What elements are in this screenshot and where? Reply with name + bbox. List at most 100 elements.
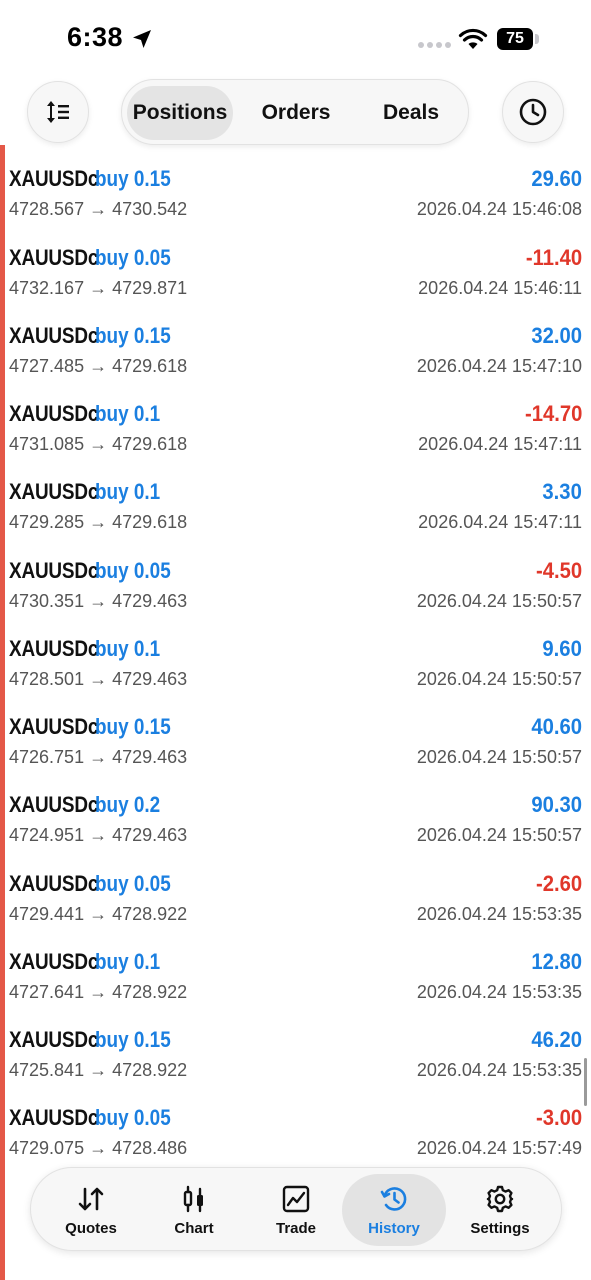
deal-row-header: XAUUSDc buy 0.15 46.20	[9, 1027, 582, 1059]
deal-side-volume: buy 0.15	[95, 1027, 171, 1052]
deal-row[interactable]: XAUUSDc buy 0.15 32.00 4727.485 → 4729.618 2…	[0, 309, 591, 387]
deal-row-details: 4729.441 → 4728.922 2026.04.24 15:53:35	[9, 904, 582, 928]
quotes-arrows-icon	[78, 1187, 104, 1210]
status-time: 6:38	[67, 22, 124, 52]
segment-positions[interactable]: Positions	[127, 86, 233, 140]
deal-symbol: XAUUSDc	[9, 635, 99, 661]
battery-tip	[535, 34, 539, 44]
deal-row-header: XAUUSDc buy 0.05 -3.00	[9, 1105, 582, 1137]
deal-symbol: XAUUSDc	[9, 557, 99, 583]
deal-symbol: XAUUSDc	[9, 401, 99, 426]
tab-chart[interactable]: Chart	[142, 1174, 246, 1246]
deal-profit: 32.00	[531, 322, 582, 348]
tab-label: Trade	[275, 1219, 317, 1237]
deal-datetime: 2026.04.24 15:57:49	[416, 1138, 582, 1159]
deal-profit: 46.20	[531, 1027, 582, 1052]
deal-row[interactable]: XAUUSDc buy 0.1 12.80 4727.641 → 4728.922 20…	[0, 935, 591, 1013]
location-arrow-icon	[133, 30, 151, 48]
deal-row-header: XAUUSDc buy 0.05 -11.40	[9, 245, 582, 277]
deal-prices: 4728.567 → 4730.542	[9, 199, 188, 220]
tab-history[interactable]: History	[342, 1174, 446, 1246]
deal-prices: 4729.285 → 4729.618	[9, 512, 188, 533]
tab-label: Chart	[174, 1219, 214, 1237]
deals-list-viewport[interactable]: XAUUSDcbuy 0.154729.944 → 4731.7082026.0…	[0, 145, 591, 1170]
deal-symbol: XAUUSDc	[9, 479, 99, 505]
segment-orders[interactable]: Orders	[242, 86, 350, 140]
deal-profit: 90.30	[531, 792, 582, 818]
deal-datetime: 2026.04.24 15:47:10	[416, 355, 582, 376]
deal-row-header: XAUUSDc buy 0.15 29.60	[9, 166, 582, 198]
tab-trade[interactable]: Trade	[244, 1174, 348, 1246]
signal-icon	[418, 42, 451, 48]
deal-prices: 4724.951 → 4729.463	[9, 825, 188, 846]
period-button[interactable]	[502, 81, 564, 143]
deal-side-volume: buy 0.15	[95, 714, 171, 739]
deal-profit: 29.60	[531, 166, 582, 192]
tab-bar: Quotes Chart Trade History Settings	[30, 1167, 562, 1251]
deal-symbol: XAUUSDc	[9, 948, 99, 974]
deal-row-details: 4732.167 → 4729.871 2026.04.24 15:46:11	[9, 278, 582, 302]
deal-row-header: XAUUSDc buy 0.1 9.60	[9, 636, 582, 668]
deal-side-volume: buy 0.05	[95, 244, 171, 270]
history-clock-icon	[380, 1186, 407, 1211]
deal-row[interactable]: XAUUSDc buy 0.1 3.30 4729.285 → 4729.618 202…	[0, 465, 591, 543]
tab-label: Quotes	[65, 1219, 117, 1237]
deal-row[interactable]: XAUUSDc buy 0.15 40.60 4726.751 → 4729.463 2…	[0, 700, 591, 778]
deal-row-header: XAUUSDc buy 0.05 -4.50	[9, 558, 582, 590]
deal-symbol: XAUUSDc	[9, 714, 99, 739]
sort-button[interactable]	[27, 81, 89, 143]
deal-row-details: 4728.567 → 4730.542 2026.04.24 15:46:08	[9, 199, 582, 223]
deal-datetime: 2026.04.24 15:46:11	[418, 277, 582, 298]
deal-row[interactable]: XAUUSDc buy 0.15 46.20 4725.841 → 4728.922 2…	[0, 1013, 591, 1091]
tab-quotes[interactable]: Quotes	[39, 1174, 143, 1246]
deal-row-header: XAUUSDc buy 0.1 3.30	[9, 479, 582, 511]
deal-profit: -14.70	[524, 401, 582, 426]
segment-deals[interactable]: Deals	[358, 86, 464, 140]
deal-row[interactable]: XAUUSDcbuy 0.154729.944 → 4731.7082026.0…	[0, 145, 591, 152]
deal-row[interactable]: XAUUSDc buy 0.05 -4.50 4730.351 → 4729.463 2…	[0, 544, 591, 622]
status-bar: 6:38 75	[0, 0, 591, 78]
deal-datetime: 2026.04.24 15:47:11	[418, 434, 582, 454]
deal-row[interactable]: XAUUSDc buy 0.2 90.30 4724.951 → 4729.463 20…	[0, 778, 591, 856]
deal-prices: 4731.085 → 4729.618	[9, 434, 188, 454]
deal-profit: 3.30	[542, 479, 582, 505]
deal-profit: 40.60	[531, 714, 582, 739]
deal-row-details: 4731.085 → 4729.618 2026.04.24 15:47:11	[9, 434, 582, 458]
candlestick-icon	[183, 1185, 203, 1212]
view-segmented-control: Positions Orders Deals	[121, 79, 469, 145]
deal-side-volume: buy 0.05	[95, 1105, 171, 1131]
deal-prices: 4725.841 → 4728.922	[9, 1060, 188, 1080]
deal-row[interactable]: XAUUSDc buy 0.05 -11.40 4732.167 → 4729.871…	[0, 231, 591, 309]
gear-icon	[486, 1185, 514, 1212]
deal-row-details: 4724.951 → 4729.463 2026.04.24 15:50:57	[9, 825, 582, 849]
deal-symbol: XAUUSDc	[9, 322, 99, 348]
deal-side-volume: buy 0.15	[95, 322, 171, 348]
deal-side-volume: buy 0.1	[95, 635, 161, 661]
deal-symbol: XAUUSDc	[9, 1027, 99, 1052]
deal-row[interactable]: XAUUSDc buy 0.15 29.60 4728.567 → 4730.542 2…	[0, 152, 591, 230]
deal-row-details: 4727.485 → 4729.618 2026.04.24 15:47:10	[9, 356, 582, 380]
deal-datetime: 2026.04.24 15:50:57	[416, 590, 582, 611]
deal-row[interactable]: XAUUSDc buy 0.1 9.60 4728.501 → 4729.463 202…	[0, 622, 591, 700]
deal-row-header: XAUUSDc buy 0.05 -2.60	[9, 871, 582, 903]
deal-profit: -11.40	[525, 244, 582, 270]
scroll-indicator[interactable]	[584, 1058, 587, 1106]
deal-row[interactable]: XAUUSDc buy 0.05 -2.60 4729.441 → 4728.922 2…	[0, 857, 591, 935]
deal-row-header: XAUUSDc buy 0.15 40.60	[9, 714, 582, 746]
deal-datetime: 2026.04.24 15:50:57	[416, 668, 582, 689]
trade-chart-icon	[282, 1185, 310, 1212]
deal-symbol: XAUUSDc	[9, 244, 99, 270]
deal-datetime: 2026.04.24 15:53:35	[416, 1060, 582, 1080]
deal-prices: 4732.167 → 4729.871	[9, 277, 188, 298]
deal-row-header: XAUUSDc buy 0.1 -14.70	[9, 401, 582, 433]
deal-row-details: 4728.501 → 4729.463 2026.04.24 15:50:57	[9, 669, 582, 693]
deal-row-details: 4725.841 → 4728.922 2026.04.24 15:53:35	[9, 1060, 582, 1084]
wifi-icon	[458, 28, 488, 49]
deal-prices: 4730.351 → 4729.463	[9, 590, 188, 611]
deal-symbol: XAUUSDc	[9, 166, 99, 192]
deal-row[interactable]: XAUUSDc buy 0.05 -3.00 4729.075 → 4728.486 2…	[0, 1091, 591, 1169]
deal-prices: 4727.485 → 4729.618	[9, 355, 188, 376]
tab-settings[interactable]: Settings	[448, 1174, 552, 1246]
deal-prices: 4729.441 → 4728.922	[9, 903, 188, 924]
deal-row[interactable]: XAUUSDc buy 0.1 -14.70 4731.085 → 4729.618 2…	[0, 387, 591, 465]
